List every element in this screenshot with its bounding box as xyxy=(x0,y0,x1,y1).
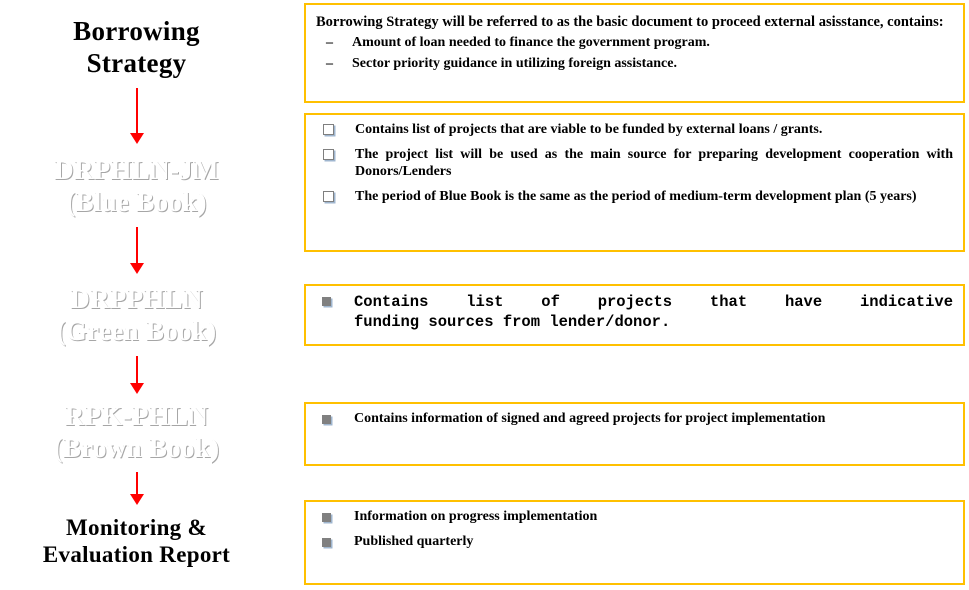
list-item: Contains list of projects that have indi… xyxy=(314,292,953,332)
list-item-text: Amount of loan needed to finance the gov… xyxy=(352,35,710,51)
dash-bullet-icon: – xyxy=(326,35,333,51)
list-item-text: Information on progress implementation xyxy=(354,509,598,524)
list-item-text-line1: Contains list of projects that have indi… xyxy=(354,293,953,311)
note-box-borrowing-strategy: Borrowing Strategy will be referred to a… xyxy=(304,3,965,103)
list-item-text: Sector priority guidance in utilizing fo… xyxy=(352,55,677,71)
arrow-down-icon xyxy=(125,227,149,277)
note-box-green-book: Contains list of projects that have indi… xyxy=(304,284,965,346)
flow-node-label-line2: (Green Book) xyxy=(56,316,217,346)
list-item: The period of Blue Book is the same as t… xyxy=(314,188,953,206)
arrow-head xyxy=(130,494,144,505)
note-box-monitoring-evaluation: Information on progress implementation P… xyxy=(304,500,965,585)
note-box-blue-book: Contains list of projects that are viabl… xyxy=(304,113,965,252)
flow-node-label-line1: DRPPHLN xyxy=(70,284,203,315)
flow-node-label-line1: Borrowing xyxy=(73,16,200,47)
hollow-square-bullet-icon xyxy=(314,121,355,139)
list-item: Contains information of signed and agree… xyxy=(314,410,953,428)
list-item: Information on progress implementation xyxy=(314,508,953,526)
arrow-down-icon xyxy=(125,356,149,396)
flow-node-label-line1: DRPHLN-JM xyxy=(54,155,219,186)
flow-node-label-line2: (Brown Book) xyxy=(53,433,220,463)
flow-node-label-line2: Evaluation Report xyxy=(42,542,231,567)
flow-node-drpphln[interactable]: DRPPHLN (Green Book) xyxy=(5,274,277,367)
list-item-text: Contains list of projects that have indi… xyxy=(354,292,953,332)
list-item-text: The project list will be used as the mai… xyxy=(355,146,953,180)
filled-square-bullet-icon xyxy=(314,533,354,551)
note-bullet-list: Contains information of signed and agree… xyxy=(314,410,953,428)
list-item: The project list will be used as the mai… xyxy=(314,146,953,181)
list-item: – Sector priority guidance in utilizing … xyxy=(314,55,953,73)
flow-node-borrowing-strategy[interactable]: Borrowing Strategy xyxy=(5,5,277,100)
list-item: Published quarterly xyxy=(314,533,953,551)
note-lead-text: Borrowing Strategy will be referred to a… xyxy=(316,14,944,30)
note-bullet-list: – Amount of loan needed to finance the g… xyxy=(314,34,953,72)
flow-node-drphln-jm[interactable]: DRPHLN-JM (Blue Book) xyxy=(5,145,277,238)
flow-node-label-line2: Strategy xyxy=(86,48,187,78)
note-box-brown-book: Contains information of signed and agree… xyxy=(304,402,965,466)
arrow-stem xyxy=(136,227,138,267)
note-bullet-list: Information on progress implementation P… xyxy=(314,508,953,550)
list-item-text: Contains information of signed and agree… xyxy=(354,411,826,426)
dash-bullet-icon: – xyxy=(326,55,333,71)
flow-node-monitoring-evaluation-report[interactable]: Monitoring & Evaluation Report xyxy=(5,503,277,588)
list-item-text: Contains list of projects that are viabl… xyxy=(355,122,823,137)
arrow-stem xyxy=(136,356,138,386)
arrow-stem xyxy=(136,88,138,138)
filled-square-bullet-icon xyxy=(314,292,354,310)
arrow-head xyxy=(130,263,144,274)
arrow-head xyxy=(130,133,144,144)
flow-node-rpk-phln[interactable]: RPK-PHLN (Brown Book) xyxy=(5,392,277,483)
flow-node-label-line1: RPK-PHLN xyxy=(64,401,209,432)
diagram-canvas: Borrowing Strategy DRPHLN-JM (Blue Book)… xyxy=(0,0,969,590)
arrow-down-icon xyxy=(125,88,149,148)
list-item-text: The period of Blue Book is the same as t… xyxy=(355,188,917,204)
hollow-square-bullet-icon xyxy=(314,188,355,206)
flow-node-label-line1: Monitoring & xyxy=(66,514,207,540)
list-item-text: Published quarterly xyxy=(354,533,474,549)
note-bullet-list: Contains list of projects that have indi… xyxy=(314,292,953,332)
list-item: Contains list of projects that are viabl… xyxy=(314,121,953,139)
list-item-text-line2: funding sources from lender/donor. xyxy=(354,313,671,332)
filled-square-bullet-icon xyxy=(314,508,354,526)
arrow-head xyxy=(130,383,144,394)
filled-square-bullet-icon xyxy=(314,410,354,428)
arrow-down-icon xyxy=(125,472,149,506)
note-bullet-list: Contains list of projects that are viabl… xyxy=(314,121,953,206)
list-item: – Amount of loan needed to finance the g… xyxy=(314,34,953,52)
flow-node-label-line2: (Blue Book) xyxy=(66,187,207,217)
hollow-square-bullet-icon xyxy=(314,146,355,164)
